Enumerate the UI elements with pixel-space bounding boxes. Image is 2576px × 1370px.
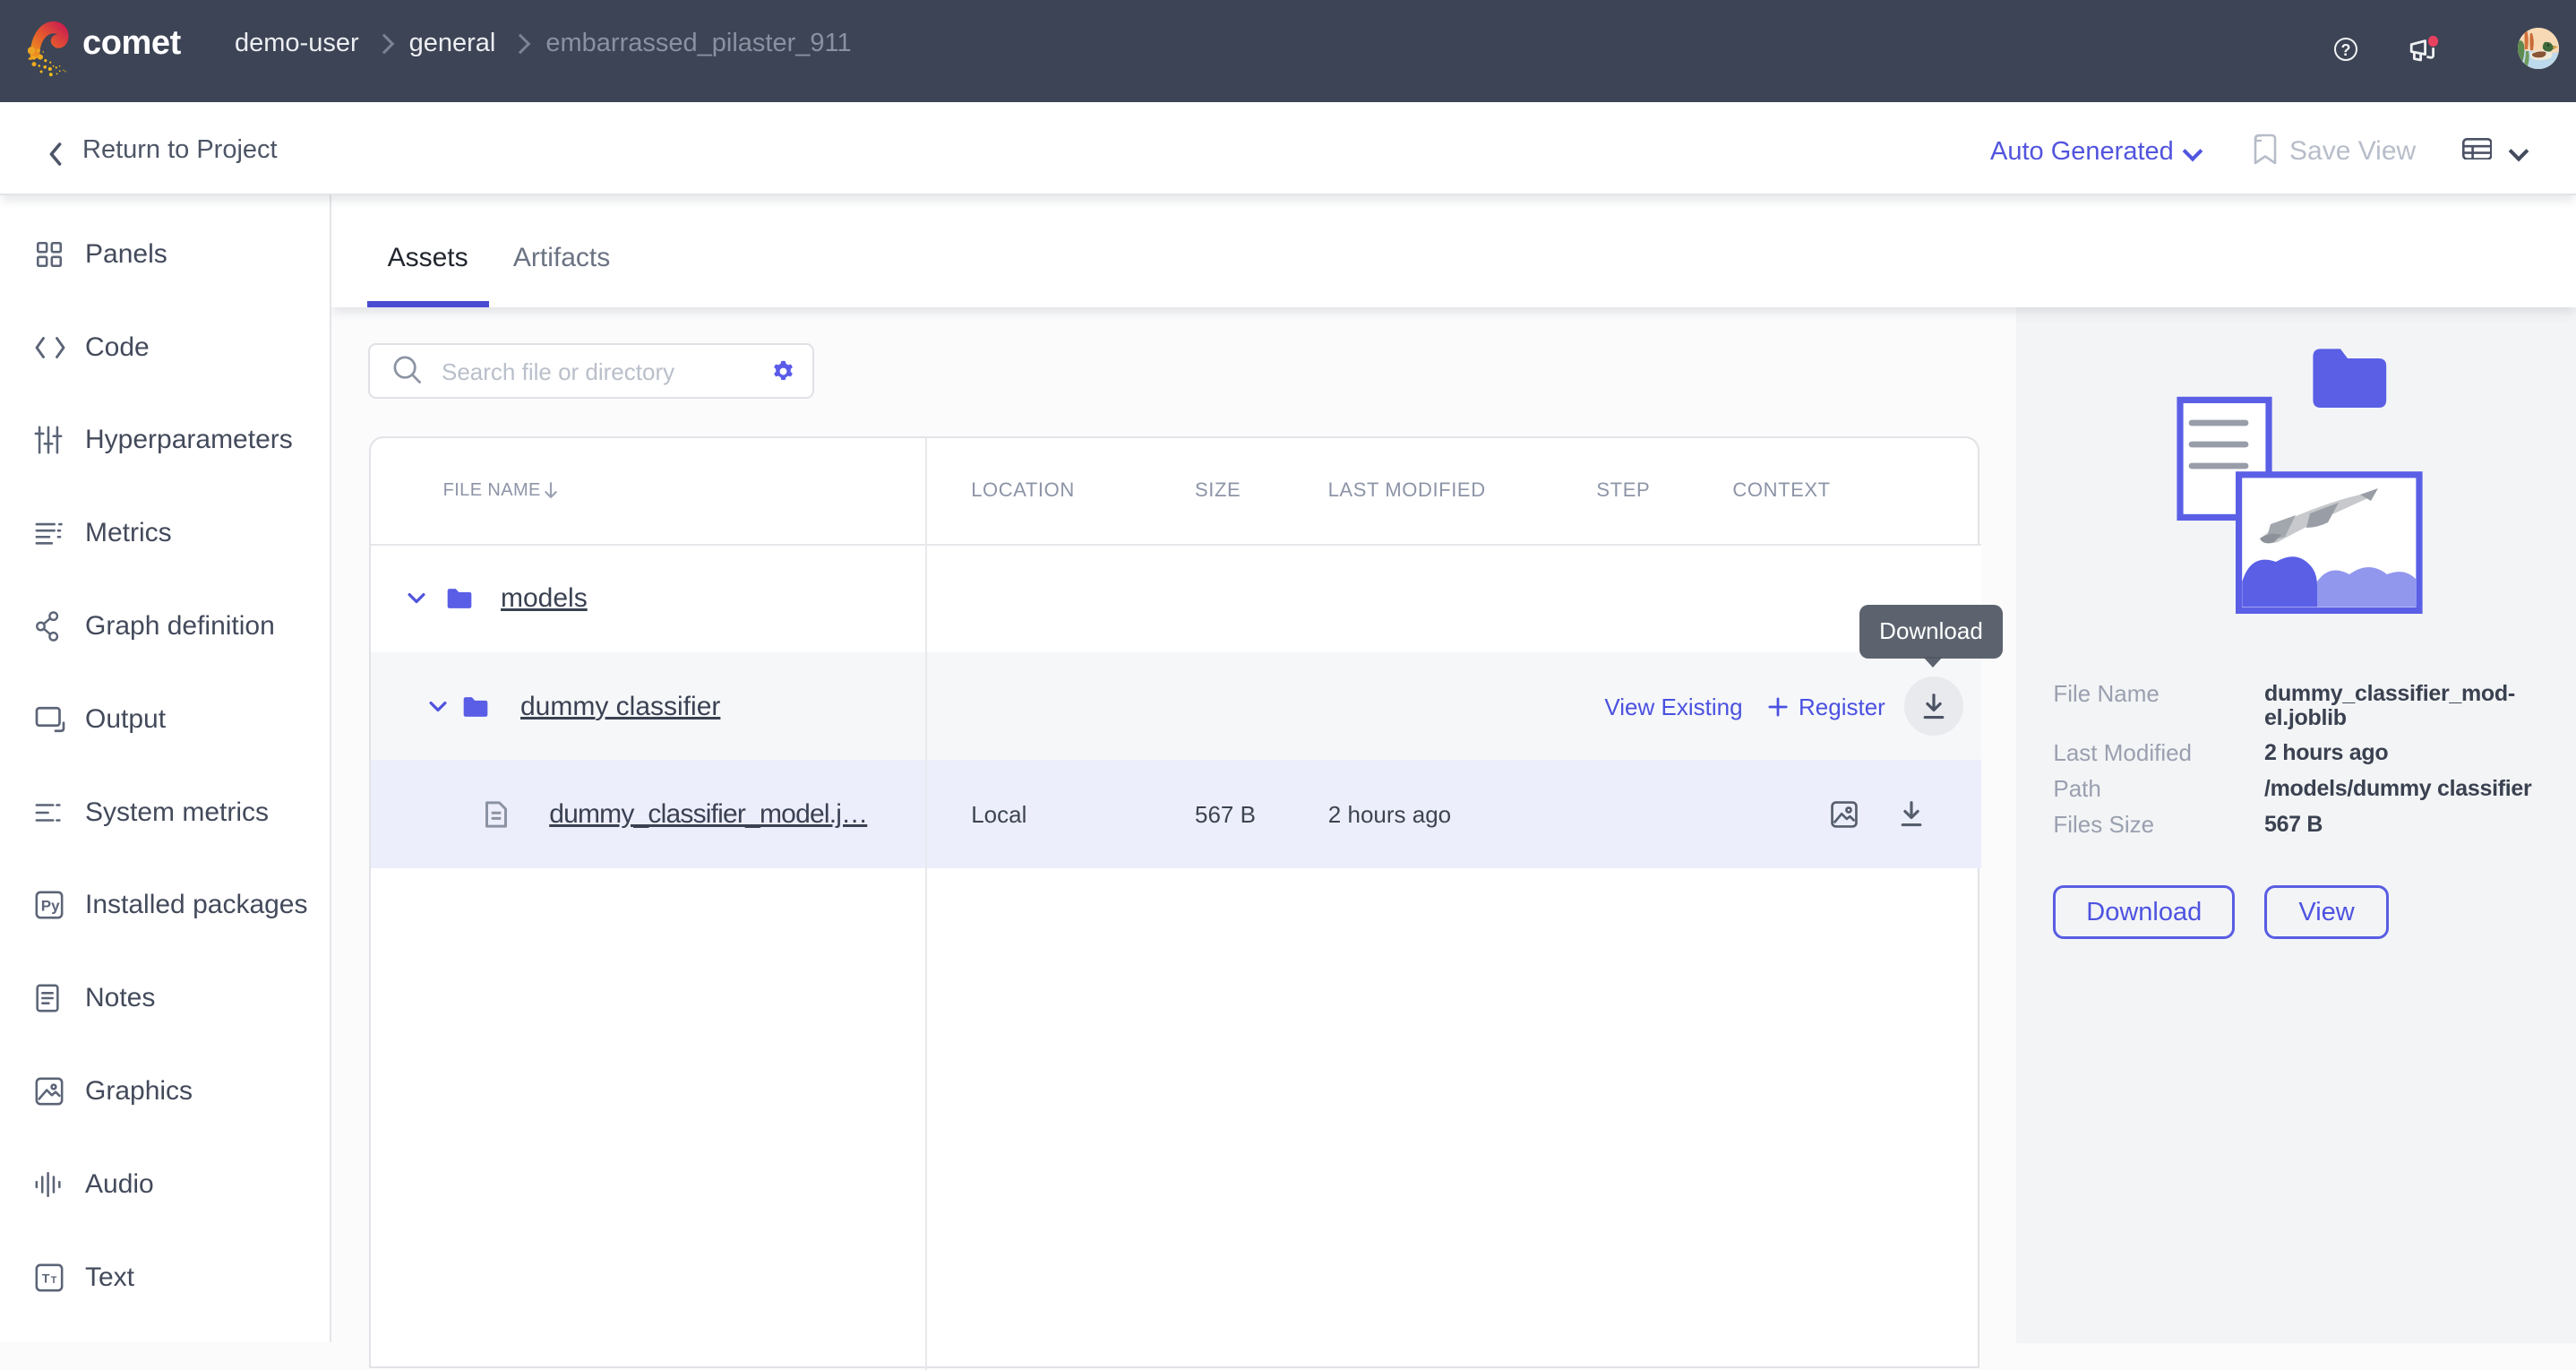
svg-text:T: T: [51, 1275, 57, 1286]
svg-text:Py: Py: [41, 898, 60, 915]
svg-text:T: T: [42, 1271, 50, 1286]
